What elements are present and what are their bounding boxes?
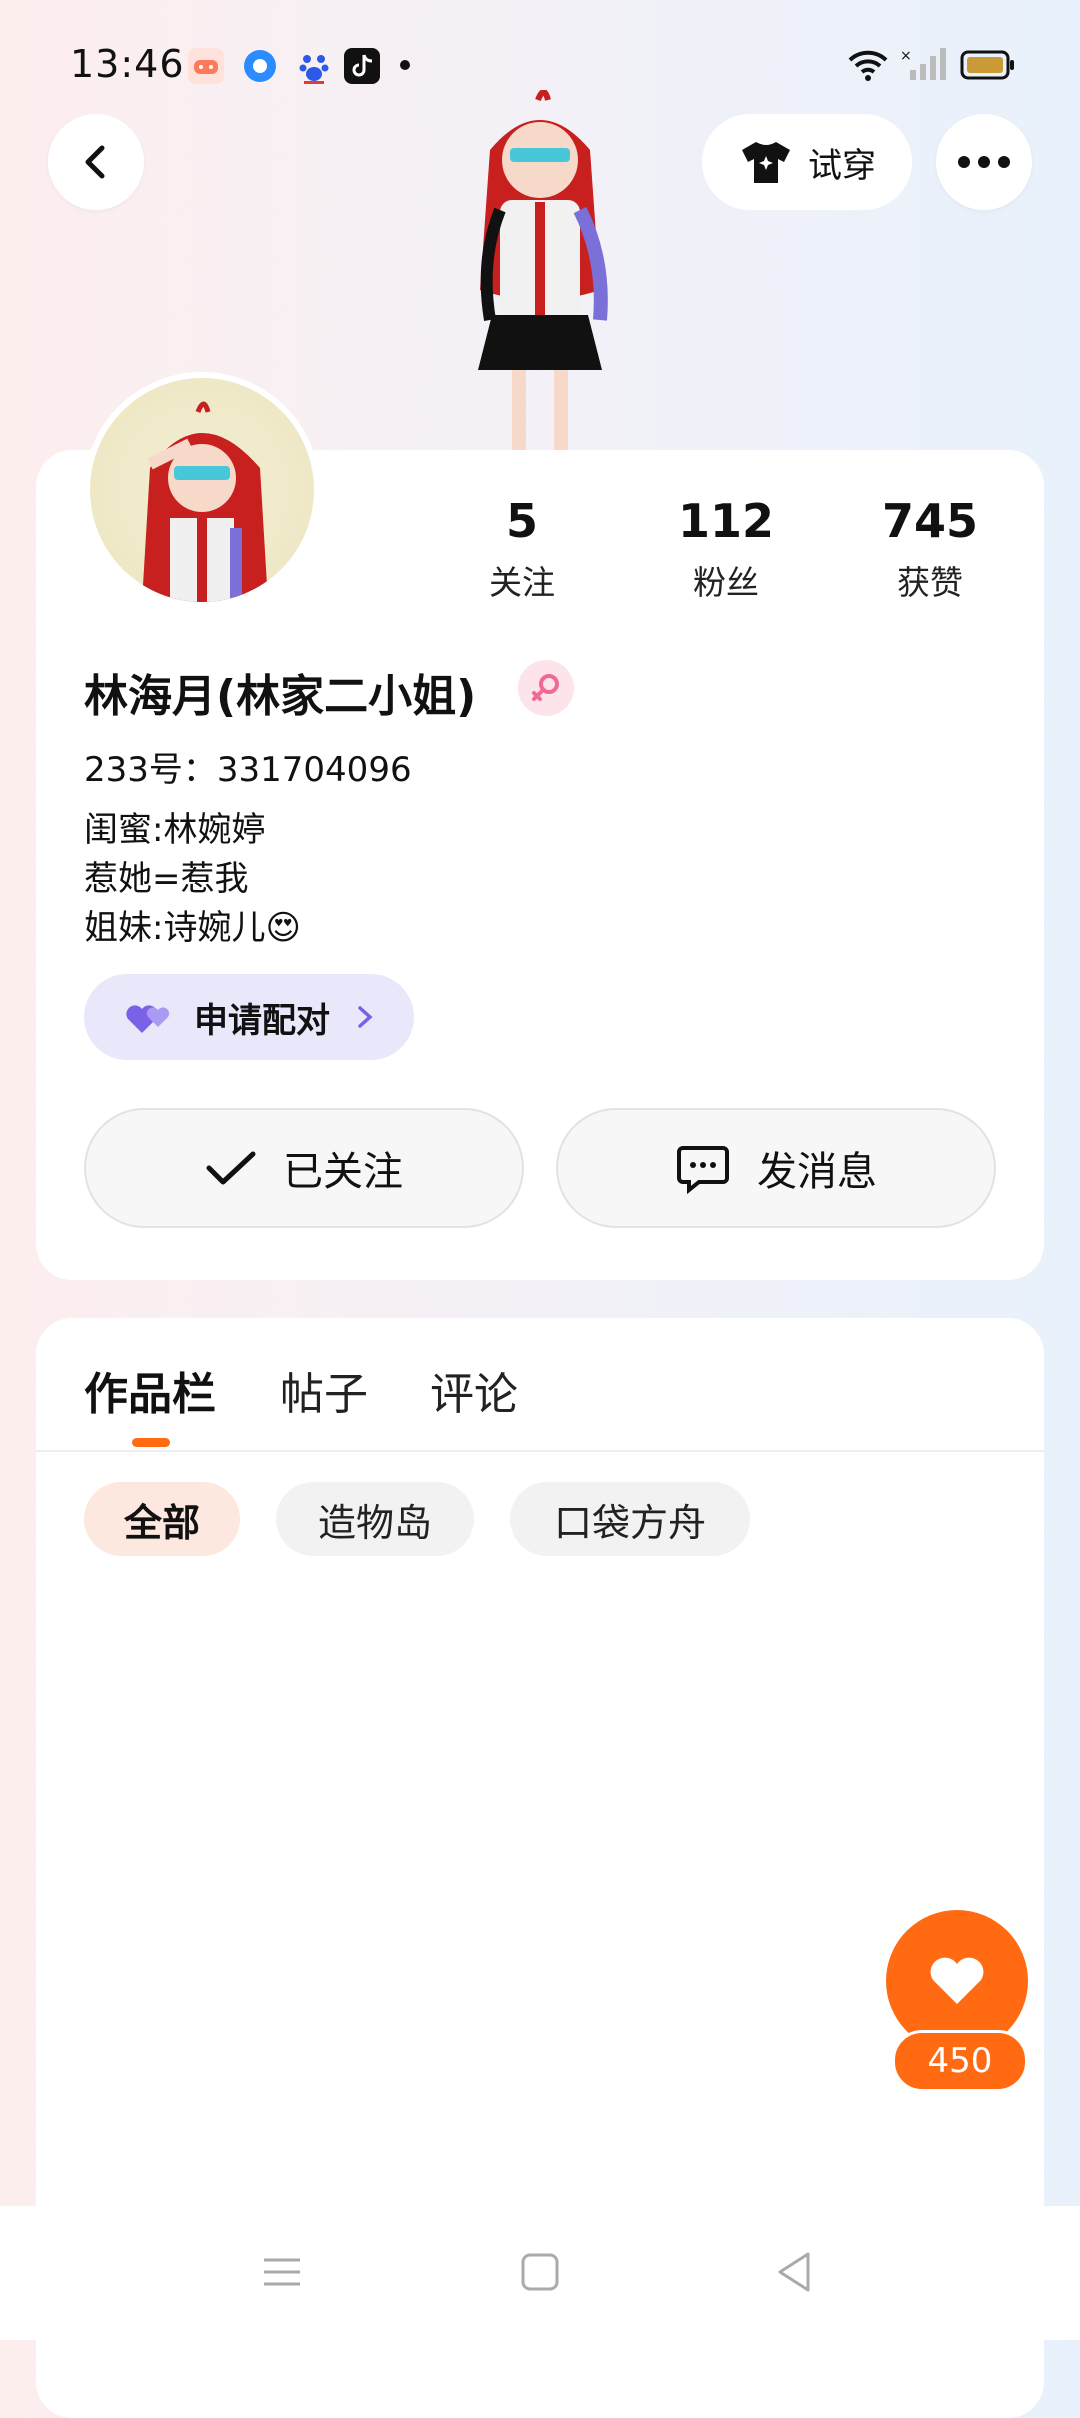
- tab-posts[interactable]: 帖子: [280, 1358, 368, 1422]
- request-pair-button[interactable]: 申请配对: [84, 974, 414, 1060]
- tab-comments[interactable]: 评论: [430, 1358, 518, 1422]
- stat-following-label[interactable]: 关注: [442, 556, 602, 604]
- filter-chip-creation-island[interactable]: 造物岛: [276, 1482, 474, 1556]
- bio: 闺蜜:林婉婷 惹她=惹我 姐妹:诗婉儿😍: [84, 806, 301, 953]
- send-message-button[interactable]: 发消息: [556, 1108, 996, 1228]
- request-pair-label: 申请配对: [194, 1000, 330, 1041]
- stat-likes-count: 745: [881, 494, 979, 548]
- tab-works[interactable]: 作品栏: [84, 1358, 216, 1422]
- try-on-label: 试穿: [808, 145, 876, 186]
- filter-chip-all[interactable]: 全部: [84, 1482, 240, 1556]
- baidu-app-icon: [296, 48, 332, 84]
- followed-label: 已关注: [283, 1149, 403, 1195]
- svg-text:×: ×: [900, 48, 912, 64]
- filter-chip-pocket-ark[interactable]: 口袋方舟: [510, 1482, 750, 1556]
- avatar[interactable]: [84, 372, 320, 608]
- tiktok-app-icon: [344, 48, 380, 84]
- home-nav-icon[interactable]: [520, 2252, 560, 2296]
- double-heart-icon: [126, 1005, 170, 1033]
- more-button[interactable]: [936, 114, 1032, 210]
- battery-icon: [960, 50, 1016, 84]
- signal-icon: ×: [900, 46, 946, 86]
- menu-nav-icon[interactable]: [262, 2252, 302, 2296]
- avatar-image: [142, 401, 268, 602]
- profile-name: 林海月(林家二小姐): [84, 671, 477, 722]
- back-button[interactable]: [48, 114, 144, 210]
- tab-divider: [36, 1450, 1044, 1452]
- send-message-label: 发消息: [757, 1149, 877, 1195]
- try-on-button[interactable]: 试穿: [702, 114, 912, 210]
- heart-icon: [930, 1957, 984, 2004]
- stat-fans-label[interactable]: 粉丝: [646, 556, 806, 604]
- female-icon: [518, 660, 574, 716]
- chevron-right-icon: [358, 1006, 373, 1028]
- followed-button[interactable]: 已关注: [84, 1108, 524, 1228]
- checkmark-icon: [206, 1151, 256, 1185]
- stat-following-count[interactable]: 5: [442, 494, 602, 548]
- bio-line: 闺蜜:林婉婷: [84, 810, 266, 850]
- game-app-icon: [188, 48, 224, 84]
- user-id: 233号：331704096: [84, 750, 412, 790]
- wifi-icon: [846, 46, 890, 86]
- back-nav-icon[interactable]: [774, 2250, 814, 2298]
- stat-fans-count[interactable]: 112: [646, 494, 806, 548]
- tshirt-icon: [742, 142, 790, 183]
- chat-bubble-icon: [677, 1146, 729, 1194]
- stat-likes-label: 获赞: [897, 563, 963, 602]
- status-time: 13:46: [70, 42, 185, 86]
- bio-line: 姐妹:诗婉儿😍: [84, 908, 301, 948]
- bio-line: 惹她=惹我: [84, 859, 249, 899]
- chevron-left-icon: [85, 145, 105, 179]
- more-dots-icon: [958, 156, 1010, 168]
- browser-app-icon: [242, 48, 278, 84]
- active-tab-indicator: [132, 1438, 170, 1447]
- character-illustration: [420, 89, 660, 450]
- like-count: 450: [892, 2030, 1028, 2092]
- notification-dot: [400, 60, 410, 70]
